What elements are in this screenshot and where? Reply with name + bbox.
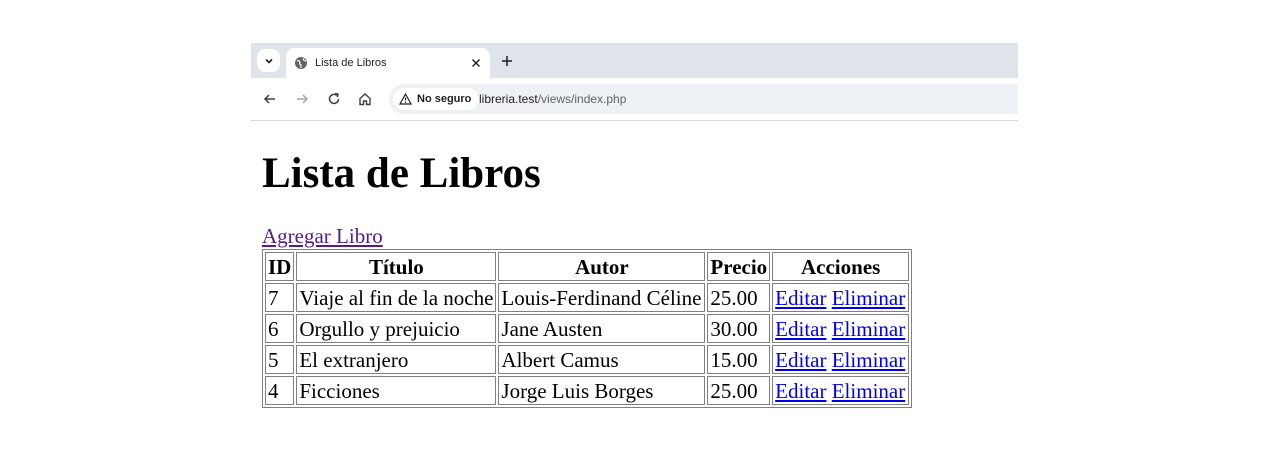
cell-titulo: Viaje al fin de la noche bbox=[296, 283, 497, 312]
cell-precio: 25.00 bbox=[707, 283, 771, 312]
home-button[interactable] bbox=[357, 91, 373, 107]
cell-titulo: Orgullo y prejuicio bbox=[296, 314, 497, 343]
reload-icon bbox=[328, 92, 340, 105]
cell-titulo: Ficciones bbox=[296, 376, 497, 405]
cell-acciones: Editar Eliminar bbox=[772, 376, 910, 405]
add-book-link[interactable]: Agregar Libro bbox=[262, 224, 383, 248]
home-icon bbox=[359, 93, 371, 106]
forward-button[interactable] bbox=[294, 91, 310, 107]
arrow-right-icon bbox=[297, 94, 309, 104]
header-precio: Precio bbox=[707, 252, 771, 281]
url-text[interactable]: libreria.test/views/index.php bbox=[479, 91, 626, 107]
delete-link[interactable]: Eliminar bbox=[832, 348, 905, 372]
page-title: Lista de Libros bbox=[262, 150, 541, 197]
header-titulo: Título bbox=[296, 252, 497, 281]
cell-id: 4 bbox=[265, 376, 295, 405]
cell-autor: Jorge Luis Borges bbox=[498, 376, 706, 405]
browser-toolbar: No seguro libreria.test/views/index.php bbox=[251, 78, 1018, 121]
delete-link[interactable]: Eliminar bbox=[832, 286, 905, 310]
reload-button[interactable] bbox=[326, 91, 342, 107]
table-row: 6 Orgullo y prejuicio Jane Austen 30.00 … bbox=[265, 314, 910, 343]
header-autor: Autor bbox=[498, 252, 706, 281]
cell-precio: 15.00 bbox=[707, 345, 771, 374]
new-tab-button[interactable] bbox=[500, 54, 514, 68]
header-acciones: Acciones bbox=[772, 252, 910, 281]
chevron-down-icon bbox=[264, 58, 273, 64]
tab-search-button[interactable] bbox=[257, 49, 280, 72]
cell-acciones: Editar Eliminar bbox=[772, 345, 910, 374]
table-row: 7 Viaje al fin de la noche Louis-Ferdina… bbox=[265, 283, 910, 312]
plus-icon bbox=[502, 56, 512, 66]
cell-precio: 30.00 bbox=[707, 314, 771, 343]
cell-acciones: Editar Eliminar bbox=[772, 314, 910, 343]
cell-titulo: El extranjero bbox=[296, 345, 497, 374]
address-bar[interactable]: No seguro libreria.test/views/index.php bbox=[389, 84, 1018, 114]
tab-title: Lista de Libros bbox=[315, 57, 387, 69]
delete-link[interactable]: Eliminar bbox=[832, 379, 905, 403]
cell-id: 6 bbox=[265, 314, 295, 343]
books-table: ID Título Autor Precio Acciones 7 Viaje … bbox=[262, 249, 913, 408]
table-row: 4 Ficciones Jorge Luis Borges 25.00 Edit… bbox=[265, 376, 910, 405]
url-path: /views/index.php bbox=[537, 92, 627, 106]
edit-link[interactable]: Editar bbox=[775, 286, 826, 310]
delete-link[interactable]: Eliminar bbox=[832, 317, 905, 341]
globe-icon bbox=[295, 57, 307, 69]
cell-id: 7 bbox=[265, 283, 295, 312]
tab-strip: Lista de Libros bbox=[251, 43, 1018, 78]
security-chip[interactable]: No seguro bbox=[393, 88, 480, 110]
close-icon bbox=[472, 59, 480, 67]
cell-acciones: Editar Eliminar bbox=[772, 283, 910, 312]
cell-autor: Jane Austen bbox=[498, 314, 706, 343]
cell-precio: 25.00 bbox=[707, 376, 771, 405]
table-row: 5 El extranjero Albert Camus 15.00 Edita… bbox=[265, 345, 910, 374]
tab-close-button[interactable] bbox=[469, 56, 483, 70]
cell-autor: Louis-Ferdinand Céline bbox=[498, 283, 706, 312]
cell-autor: Albert Camus bbox=[498, 345, 706, 374]
cell-id: 5 bbox=[265, 345, 295, 374]
back-button[interactable] bbox=[262, 91, 278, 107]
tab-active[interactable]: Lista de Libros bbox=[286, 48, 490, 78]
arrow-left-icon bbox=[263, 94, 275, 104]
table-header-row: ID Título Autor Precio Acciones bbox=[265, 252, 910, 281]
warning-icon bbox=[399, 93, 412, 105]
url-host: libreria.test bbox=[479, 92, 538, 106]
edit-link[interactable]: Editar bbox=[775, 317, 826, 341]
security-label: No seguro bbox=[417, 93, 472, 105]
edit-link[interactable]: Editar bbox=[775, 379, 826, 403]
browser-window: Lista de Libros No seguro libreria.test/… bbox=[251, 43, 1018, 121]
header-id: ID bbox=[265, 252, 295, 281]
edit-link[interactable]: Editar bbox=[775, 348, 826, 372]
